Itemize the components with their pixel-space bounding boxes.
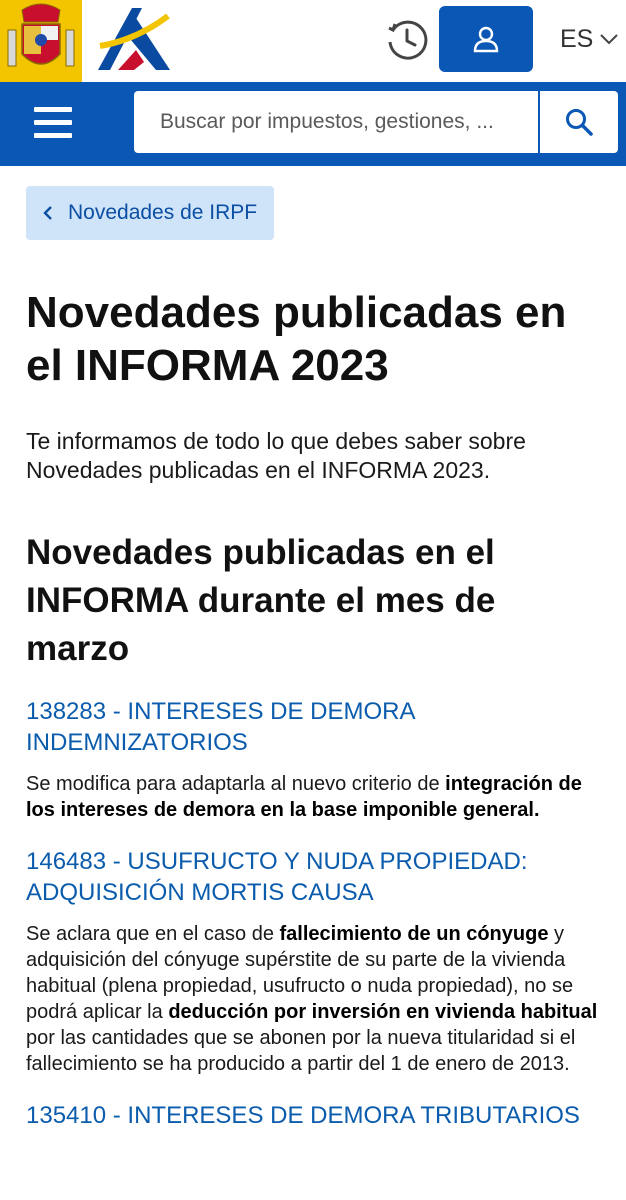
page-intro: Te informamos de todo lo que debes saber… xyxy=(26,428,526,483)
news-item-link[interactable]: 135410 - INTERESES DE DEMORA TRIBUTARIOS xyxy=(26,1100,602,1131)
agencia-tributaria-logo-icon[interactable] xyxy=(96,6,172,72)
search-input[interactable] xyxy=(134,91,538,153)
search-icon xyxy=(566,109,593,136)
chevron-left-icon xyxy=(43,206,52,220)
desc-text: Se modifica para adaptarla al nuevo crit… xyxy=(26,773,446,795)
language-selector[interactable]: ES xyxy=(560,24,619,54)
news-item-link[interactable]: 138283 - INTERESES DE DEMORA INDEMNIZATO… xyxy=(26,696,602,758)
page-title: Novedades publicadas en el INFORMA 2023 xyxy=(26,288,567,390)
clock-history-icon[interactable] xyxy=(385,18,429,62)
search-box xyxy=(134,91,618,153)
desc-text: Se aclara que en el caso de xyxy=(26,923,280,945)
user-account-button[interactable] xyxy=(439,6,533,72)
news-list: 138283 - INTERESES DE DEMORA INDEMNIZATO… xyxy=(26,696,602,1131)
desc-bold-text: deducción por inversión en vivienda habi… xyxy=(168,1001,598,1023)
desc-bold-text: fallecimiento de un cónyuge xyxy=(279,923,549,945)
news-item-description: Se modifica para adaptarla al nuevo crit… xyxy=(26,771,602,823)
desc-text: por las cantidades que se abonen por la … xyxy=(26,1027,576,1075)
spain-coat-of-arms-icon[interactable] xyxy=(0,0,82,82)
user-icon xyxy=(473,26,499,53)
breadcrumb-back-link[interactable]: Novedades de IRPF xyxy=(26,186,275,240)
search-button[interactable] xyxy=(540,91,618,153)
hamburger-menu-icon[interactable] xyxy=(34,107,72,141)
section-title: Novedades publicadas en el INFORMA duran… xyxy=(26,533,496,668)
main-content: Novedades de IRPF Novedades publicadas e… xyxy=(0,166,626,1131)
breadcrumb-label: Novedades de IRPF xyxy=(68,201,258,224)
search-bar xyxy=(0,82,626,166)
news-item-link[interactable]: 146483 - USUFRUCTO Y NUDA PROPIEDAD: ADQ… xyxy=(26,846,602,908)
chevron-down-icon xyxy=(600,34,619,45)
top-header: ES xyxy=(0,0,626,82)
news-item-description: Se aclara que en el caso de fallecimient… xyxy=(26,921,602,1077)
language-label: ES xyxy=(560,24,594,53)
